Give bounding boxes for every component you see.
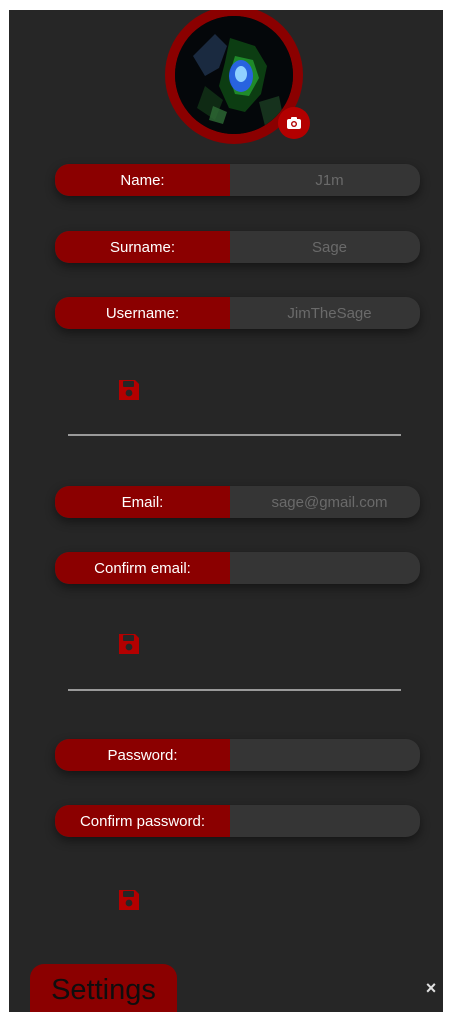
surname-field: Surname: — [55, 231, 420, 263]
surname-label: Surname: — [55, 231, 230, 263]
avatar[interactable] — [175, 16, 293, 134]
save-email-button[interactable] — [117, 632, 141, 656]
close-button[interactable]: × — [423, 978, 439, 998]
email-label: Email: — [55, 486, 230, 518]
username-field: Username: — [55, 297, 420, 329]
profile-settings-panel: Name: Surname: Username: Email: Confirm … — [9, 10, 443, 1012]
section-divider — [68, 434, 401, 436]
email-field: Email: — [55, 486, 420, 518]
email-input[interactable] — [230, 486, 420, 518]
name-label: Name: — [55, 164, 230, 196]
confirm-email-input[interactable] — [230, 552, 420, 584]
camera-icon — [287, 117, 301, 129]
username-input[interactable] — [230, 297, 420, 329]
avatar-image — [175, 16, 293, 134]
window-edge — [0, 0, 9, 1012]
confirm-email-field: Confirm email: — [55, 552, 420, 584]
name-input[interactable] — [230, 164, 420, 196]
close-icon: × — [425, 978, 437, 998]
name-field: Name: — [55, 164, 420, 196]
floppy-disk-icon — [119, 634, 139, 654]
confirm-password-field: Confirm password: — [55, 805, 420, 837]
password-label: Password: — [55, 739, 230, 771]
save-password-button[interactable] — [117, 888, 141, 912]
username-label: Username: — [55, 297, 230, 329]
change-photo-button[interactable] — [278, 107, 310, 139]
section-divider — [68, 689, 401, 691]
password-field: Password: — [55, 739, 420, 771]
save-profile-button[interactable] — [117, 378, 141, 402]
settings-tab[interactable]: Settings — [30, 964, 177, 1012]
floppy-disk-icon — [119, 380, 139, 400]
floppy-disk-icon — [119, 890, 139, 910]
confirm-email-label: Confirm email: — [55, 552, 230, 584]
confirm-password-label: Confirm password: — [55, 805, 230, 837]
surname-input[interactable] — [230, 231, 420, 263]
confirm-password-input[interactable] — [230, 805, 420, 837]
password-input[interactable] — [230, 739, 420, 771]
